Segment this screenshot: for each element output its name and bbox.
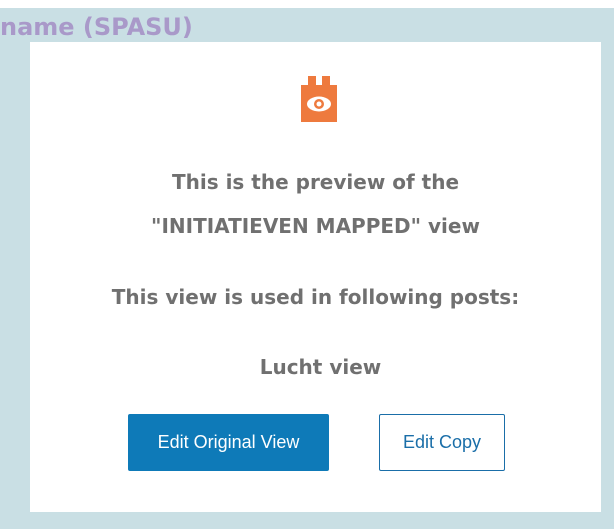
edit-copy-button[interactable]: Edit Copy	[379, 414, 505, 471]
frame-title: name (SPASU)	[0, 13, 193, 41]
eye-icon	[301, 76, 337, 122]
edit-original-view-button[interactable]: Edit Original View	[128, 414, 329, 471]
preview-frame: name (SPASU) This is the preview of the …	[0, 8, 614, 529]
post-item: Lucht view	[259, 355, 382, 379]
used-in-label: This view is used in following posts:	[111, 285, 520, 309]
preview-card: This is the preview of the "INITIATIEVEN…	[30, 42, 601, 512]
preview-heading-line2: "INITIATIEVEN MAPPED" view	[151, 214, 480, 238]
preview-heading-line1: This is the preview of the	[171, 170, 460, 194]
